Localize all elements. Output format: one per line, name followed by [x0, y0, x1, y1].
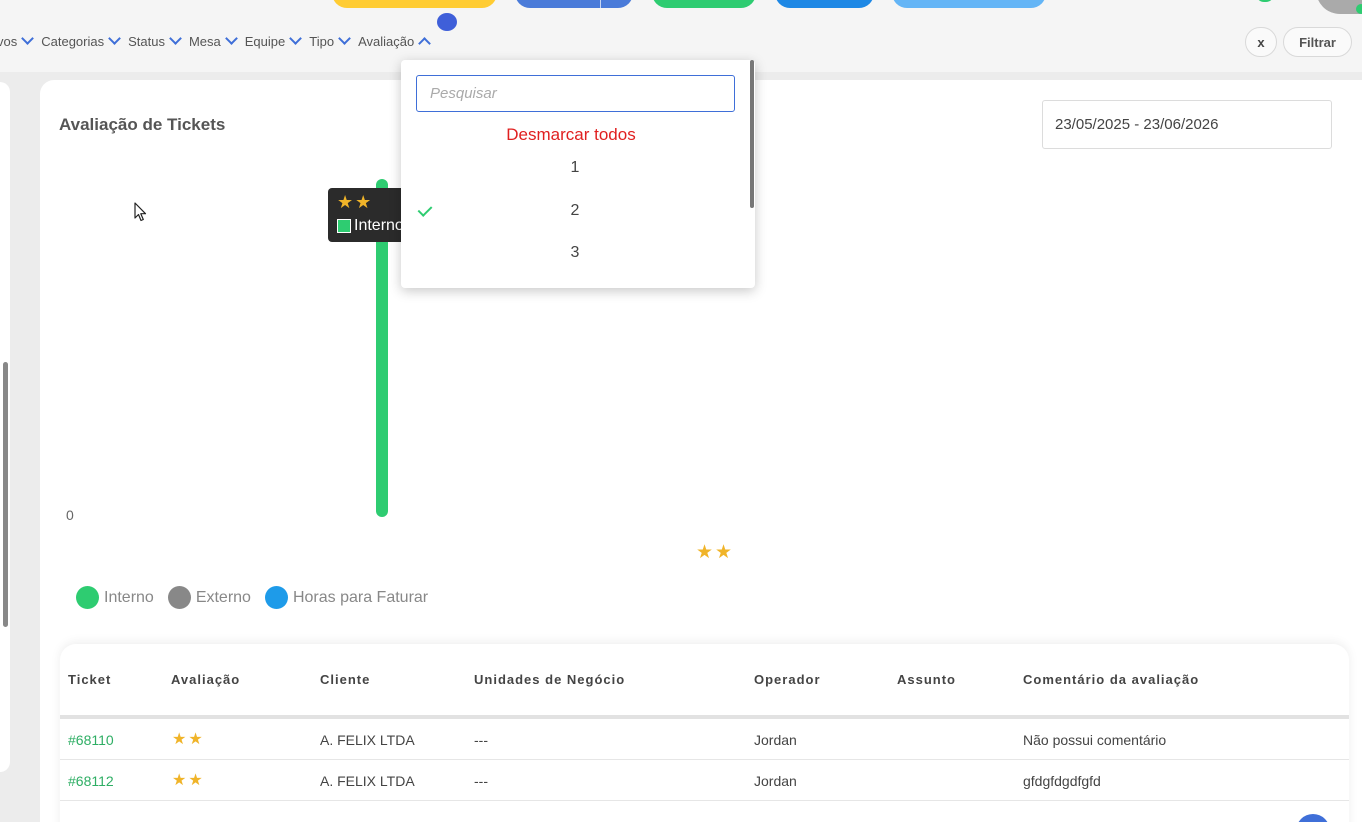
filter-label: Equipe	[244, 33, 286, 49]
filter-status[interactable]: Status	[128, 32, 182, 49]
page-scrollbar[interactable]	[3, 362, 8, 627]
tooltip-stars: ★★	[337, 192, 374, 212]
filter-label: Avaliação	[358, 33, 415, 49]
column-header-business-units[interactable]: Unidades de Negócio	[474, 672, 625, 687]
chevron-down-icon	[289, 32, 303, 45]
comment-cell: Não possui comentário	[1023, 732, 1167, 748]
filter-avaliacao[interactable]: Avaliação	[358, 33, 432, 50]
chevron-down-icon	[108, 32, 121, 45]
nav-pill-yellow[interactable]	[332, 0, 497, 8]
filter-button[interactable]: Filtrar	[1283, 27, 1352, 57]
legend-label: Interno	[104, 588, 154, 606]
filter-bar: vos Categorias Status Mesa Equipe Tipo A…	[0, 31, 438, 51]
operator-cell: Jordan	[754, 732, 797, 748]
filter-badge	[437, 13, 457, 31]
ticket-link[interactable]: #68110	[68, 732, 114, 748]
option-label: 3	[570, 244, 580, 261]
legend-label: Horas para Faturar	[292, 588, 429, 606]
x-tick-label: ★★	[696, 542, 735, 563]
y-tick-label: 0	[66, 507, 74, 523]
online-indicator	[1356, 4, 1362, 14]
status-indicator	[1256, 0, 1274, 2]
comment-cell: gfdgfdgdfgfd	[1023, 773, 1101, 789]
chevron-down-icon	[169, 32, 182, 45]
legend-item-interno[interactable]: Interno	[76, 586, 154, 609]
legend-dot	[76, 586, 99, 609]
column-header-operator[interactable]: Operador	[754, 672, 821, 687]
filter-label: Status	[128, 33, 165, 49]
option-label: 2	[570, 202, 580, 219]
column-header-client[interactable]: Cliente	[320, 672, 370, 687]
check-icon	[417, 202, 433, 217]
nav-pill-blue-split[interactable]	[515, 0, 633, 8]
rating-stars: ★★	[172, 731, 205, 748]
chevron-down-icon	[21, 32, 35, 45]
client-cell: A. FELIX LTDA	[320, 773, 415, 789]
client-cell: A. FELIX LTDA	[320, 732, 415, 748]
filter-equipe[interactable]: Equipe	[244, 32, 303, 49]
tooltip-swatch	[337, 219, 351, 233]
chart-tooltip: ★★ Interno	[328, 188, 408, 242]
card-title: Avaliação de Tickets	[59, 115, 226, 134]
column-header-rating[interactable]: Avaliação	[171, 672, 240, 687]
column-header-ticket[interactable]: Ticket	[68, 672, 111, 687]
column-header-comment[interactable]: Comentário da avaliação	[1023, 672, 1199, 687]
table-row[interactable]: #68112 ★★ A. FELIX LTDA --- Jordan gfdgf…	[60, 760, 1349, 801]
operator-cell: Jordan	[754, 773, 797, 789]
dropdown-option-1[interactable]: 1	[401, 150, 749, 186]
chevron-down-icon	[224, 32, 238, 45]
business-units-cell: ---	[474, 773, 488, 789]
dropdown-option-2[interactable]: 2	[401, 193, 749, 229]
rating-filter-dropdown: Desmarcar todos 1 2 3	[401, 60, 755, 288]
filter-motivos[interactable]: vos	[0, 32, 35, 49]
date-range-picker[interactable]: 23/05/2025 - 23/06/2026	[1042, 100, 1332, 149]
chevron-down-icon	[338, 32, 351, 45]
nav-pill-light-blue[interactable]	[892, 0, 1046, 8]
business-units-cell: ---	[474, 732, 488, 748]
dropdown-search-input[interactable]	[416, 75, 735, 112]
clear-filters-button[interactable]: x	[1245, 27, 1277, 57]
tooltip-series: Interno	[354, 217, 404, 234]
filter-label: vos	[0, 33, 18, 49]
rating-stars: ★★	[172, 772, 205, 789]
nav-pill-blue[interactable]	[775, 0, 874, 8]
filter-mesa[interactable]: Mesa	[188, 32, 238, 49]
ratings-table: Ticket Avaliação Cliente Unidades de Neg…	[60, 644, 1349, 822]
option-label: 1	[570, 159, 580, 176]
dropdown-scrollbar[interactable]	[750, 60, 754, 208]
chart-legend: Interno Externo Horas para Faturar	[76, 586, 442, 609]
filter-label: Mesa	[188, 33, 221, 49]
dropdown-option-3[interactable]: 3	[401, 235, 749, 271]
legend-item-externo[interactable]: Externo	[167, 586, 251, 609]
filter-tipo[interactable]: Tipo	[309, 32, 351, 49]
legend-dot	[167, 586, 191, 609]
legend-label: Externo	[195, 588, 251, 606]
deselect-all-button[interactable]: Desmarcar todos	[401, 125, 741, 145]
table-row[interactable]: #68110 ★★ A. FELIX LTDA --- Jordan Não p…	[60, 719, 1349, 760]
avatar[interactable]	[1316, 0, 1362, 14]
legend-item-horas[interactable]: Horas para Faturar	[264, 586, 429, 609]
filter-label: Categorias	[41, 33, 105, 49]
split-divider	[600, 0, 601, 8]
chevron-up-icon	[418, 37, 432, 50]
nav-pill-green[interactable]	[652, 0, 756, 8]
ticket-link[interactable]: #68112	[68, 773, 114, 789]
legend-dot	[264, 586, 288, 609]
mouse-cursor-icon	[134, 202, 147, 222]
filter-label: Tipo	[309, 33, 335, 49]
filter-categorias[interactable]: Categorias	[41, 32, 121, 49]
column-header-subject[interactable]: Assunto	[897, 672, 956, 687]
